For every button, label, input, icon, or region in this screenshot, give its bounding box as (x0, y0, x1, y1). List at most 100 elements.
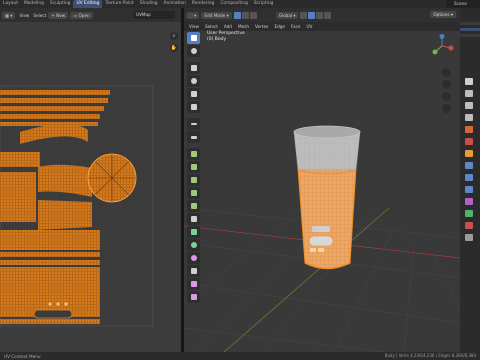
data-properties-icon[interactable] (465, 210, 473, 217)
camera-view-icon[interactable] (442, 92, 451, 101)
workspace-tabs: Layout Modeling Sculpting UV Editing Texture… (0, 0, 276, 8)
edge-slide-tool-icon[interactable] (187, 265, 200, 277)
viewport-menu-item[interactable]: Face (288, 24, 303, 29)
world-properties-icon[interactable] (465, 138, 473, 145)
workspace-tab[interactable]: Shading (137, 0, 161, 8)
edge-select-icon[interactable] (241, 11, 249, 19)
proportional-edit-icon[interactable] (316, 11, 324, 19)
workspace-tab[interactable]: Layout (0, 0, 21, 8)
material-properties-icon[interactable] (465, 222, 473, 229)
texture-properties-icon[interactable] (465, 234, 473, 241)
uv-select-menu[interactable]: Select (31, 13, 48, 18)
outliner-row[interactable] (460, 22, 480, 25)
new-image-label: New (56, 12, 66, 18)
workspace-tab[interactable]: Compositing (217, 0, 251, 8)
tool-separator (187, 58, 200, 61)
rotate-tool-icon[interactable] (187, 75, 200, 87)
inset-tool-icon[interactable] (187, 174, 200, 186)
uv-cap-island (87, 153, 137, 203)
viewport-zoom-icon[interactable] (442, 68, 451, 77)
viewport-menu-item[interactable]: Mesh (235, 24, 252, 29)
workspace-tab[interactable]: Animation (161, 0, 189, 8)
poly-build-tool-icon[interactable] (187, 226, 200, 238)
overlay-icon[interactable] (324, 11, 332, 19)
knife-tool-icon[interactable] (187, 213, 200, 225)
extrude-tool-icon[interactable] (187, 161, 200, 173)
shrink-fatten-tool-icon[interactable] (187, 278, 200, 290)
cursor-tool-icon[interactable] (187, 45, 200, 57)
scale-tool-icon[interactable] (187, 88, 200, 100)
modifier-properties-icon[interactable] (465, 162, 473, 169)
bevel-tool-icon[interactable] (187, 187, 200, 199)
render-properties-icon[interactable] (465, 90, 473, 97)
viewport-menu-item[interactable]: Vertex (252, 24, 271, 29)
3d-viewport[interactable]: ⬚ ▾ Edit Mode ▾ Global ▾ Options ▾ View S… (184, 8, 460, 352)
tool-separator (187, 144, 200, 147)
workspace-tab[interactable]: Scripting (251, 0, 277, 8)
particles-icon[interactable] (465, 174, 473, 181)
uvmap-label: UVMap (136, 12, 151, 17)
transform-tool-icon[interactable] (187, 101, 200, 113)
mode-label: Edit Mode (204, 12, 226, 18)
transform-orientation[interactable]: Global ▾ (275, 11, 299, 19)
object-properties-icon[interactable] (465, 150, 473, 157)
loop-cut-tool-icon[interactable] (187, 200, 200, 212)
vertex-select-icon[interactable] (233, 11, 241, 19)
uv-zoom-icon[interactable]: ⌕ (170, 32, 178, 40)
workspace-tab[interactable]: UV Editing (73, 0, 103, 8)
annotate-tool-icon[interactable] (187, 118, 200, 130)
workspace-tab[interactable]: Modeling (21, 0, 47, 8)
add-cube-tool-icon[interactable] (187, 148, 200, 160)
workspace-tab[interactable]: Sculpting (47, 0, 74, 8)
outliner-row-selected[interactable] (460, 28, 480, 31)
smooth-tool-icon[interactable] (187, 252, 200, 264)
workspace-bar: Layout Modeling Sculpting UV Editing Texture… (0, 0, 480, 8)
viewport-editor-type[interactable]: ⬚ ▾ (186, 11, 200, 19)
uv-canvas[interactable] (0, 22, 181, 352)
view-layer-icon[interactable] (465, 114, 473, 121)
open-image-label: Open (78, 12, 90, 18)
viewport-canvas[interactable] (184, 8, 460, 352)
viewport-menu-item[interactable]: Add (221, 24, 235, 29)
uv-view-menu[interactable]: View (17, 13, 31, 18)
outliner-row[interactable] (460, 34, 480, 37)
uvmap-selector[interactable]: UVMap (133, 11, 175, 19)
navigation-gizmo[interactable] (430, 34, 454, 58)
snap-icon[interactable] (308, 11, 316, 19)
output-properties-icon[interactable] (465, 102, 473, 109)
move-tool-icon[interactable] (187, 62, 200, 74)
properties-editor[interactable] (460, 8, 480, 352)
status-stats: Body | Verts 4,236/4,236 | Edges 8,384/8… (384, 353, 476, 358)
workspace-tab[interactable]: Rendering (189, 0, 217, 8)
transform-label: Global (278, 12, 293, 18)
viewport-menu-item[interactable]: Edge (271, 24, 288, 29)
editor-type-button[interactable]: ▦ ▾ (2, 11, 16, 19)
physics-icon[interactable] (465, 186, 473, 193)
tool-separator (187, 114, 200, 117)
viewport-menu-item[interactable]: Select (202, 24, 221, 29)
constraints-icon[interactable] (465, 198, 473, 205)
face-select-icon[interactable] (249, 11, 257, 19)
pivot-icon[interactable] (300, 11, 308, 19)
tool-shelf (187, 32, 200, 303)
new-image-button[interactable]: + New (48, 11, 69, 19)
shear-tool-icon[interactable] (187, 291, 200, 303)
uv-pan-icon[interactable]: ✋ (170, 44, 178, 52)
select-box-tool-icon[interactable] (187, 32, 200, 44)
perspective-toggle-icon[interactable] (442, 104, 451, 113)
mode-selector[interactable]: Edit Mode ▾ (201, 11, 232, 19)
tool-properties-icon[interactable] (465, 78, 473, 85)
measure-tool-icon[interactable] (187, 131, 200, 143)
viewport-pan-icon[interactable] (442, 80, 451, 89)
scene-properties-icon[interactable] (465, 126, 473, 133)
uv-editor[interactable]: ▦ ▾ View Select + New ▭ Open UVMap ⌕ ✋ (0, 8, 181, 352)
viewport-menu-item[interactable]: UV (303, 24, 315, 29)
spin-tool-icon[interactable] (187, 239, 200, 251)
options-label: Options (433, 12, 450, 17)
viewport-menu-item[interactable]: View (186, 24, 202, 29)
open-image-button[interactable]: ▭ Open (70, 11, 93, 19)
viewport-menu-bar: View Select Add Mesh Vertex Edge Face UV (184, 22, 460, 31)
workspace-tab[interactable]: Texture Paint (102, 0, 136, 8)
scene-selector[interactable]: Scene (446, 0, 480, 8)
options-button[interactable]: Options ▾ (430, 11, 456, 18)
